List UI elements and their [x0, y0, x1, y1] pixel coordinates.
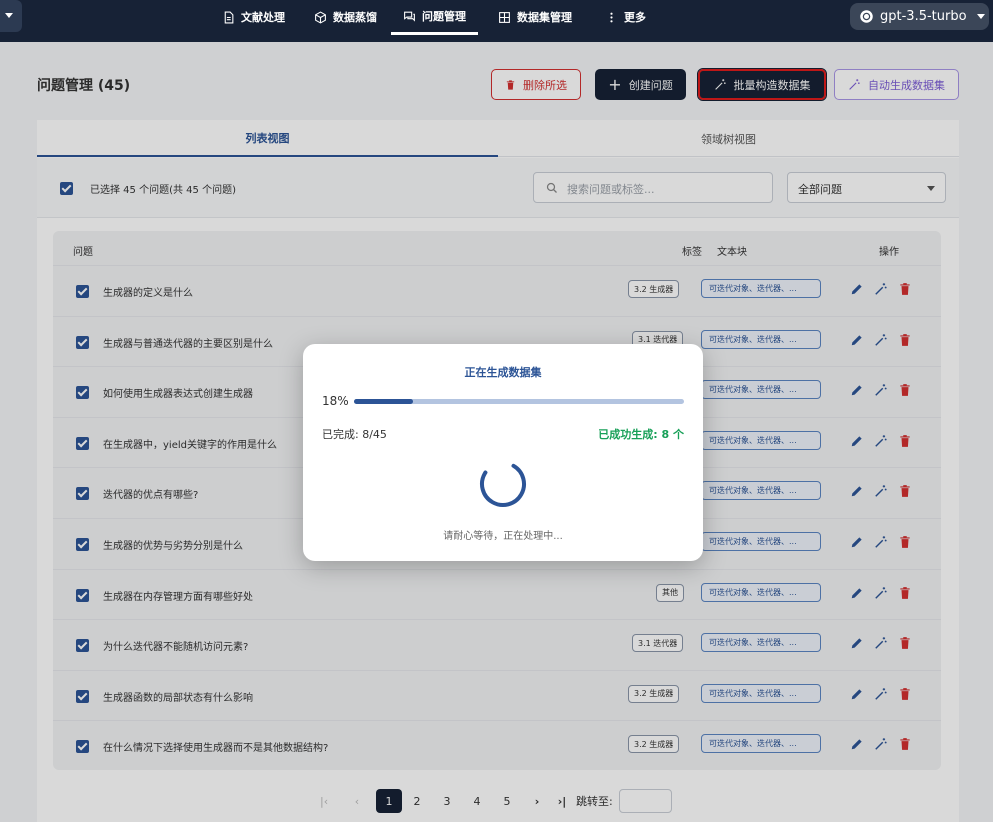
more-vertical-icon: [610, 12, 613, 22]
model-selector[interactable]: gpt-3.5-turbo: [850, 3, 989, 30]
completed-count: 已完成: 8/45: [322, 428, 387, 441]
nav-item-more[interactable]: 更多: [605, 0, 646, 34]
progress-bar: [354, 399, 684, 404]
progress-bar-fill: [354, 399, 414, 404]
chat-icon: [404, 11, 415, 22]
nav-item-literature[interactable]: 文献处理: [222, 0, 285, 34]
generation-progress-dialog: 正在生成数据集 18% 已完成: 8/45 已成功生成: 8 个 请耐心等待，正…: [303, 344, 703, 561]
model-name: gpt-3.5-turbo: [880, 9, 967, 24]
nav-item-questions[interactable]: 问题管理: [391, 0, 478, 35]
progress-percent: 18%: [322, 394, 349, 408]
dialog-title: 正在生成数据集: [464, 366, 542, 379]
success-count: 已成功生成: 8 个: [598, 428, 684, 441]
nav-item-label: 数据蒸馏: [333, 11, 377, 24]
grid-icon: [499, 11, 510, 23]
menu-dropdown-button[interactable]: [0, 0, 22, 32]
chevron-down-icon: [976, 14, 985, 19]
cube-icon: [315, 10, 326, 24]
loading-spinner-icon: [480, 461, 526, 507]
nav-item-label: 文献处理: [241, 11, 285, 24]
nav-item-label: 问题管理: [422, 10, 466, 23]
nav-item-distill[interactable]: 数据蒸馏: [314, 0, 377, 34]
nav-item-datasets[interactable]: 数据集管理: [498, 0, 572, 34]
top-navbar: 文献处理 数据蒸馏 问题管理 数据集管理 更多 gpt-3.5-turbo: [0, 0, 993, 42]
wait-message: 请耐心等待，正在处理中...: [443, 531, 563, 542]
nav-item-label: 数据集管理: [517, 11, 572, 24]
nav-item-label: 更多: [624, 11, 646, 24]
document-icon: [224, 11, 234, 23]
openai-icon: [860, 10, 873, 23]
